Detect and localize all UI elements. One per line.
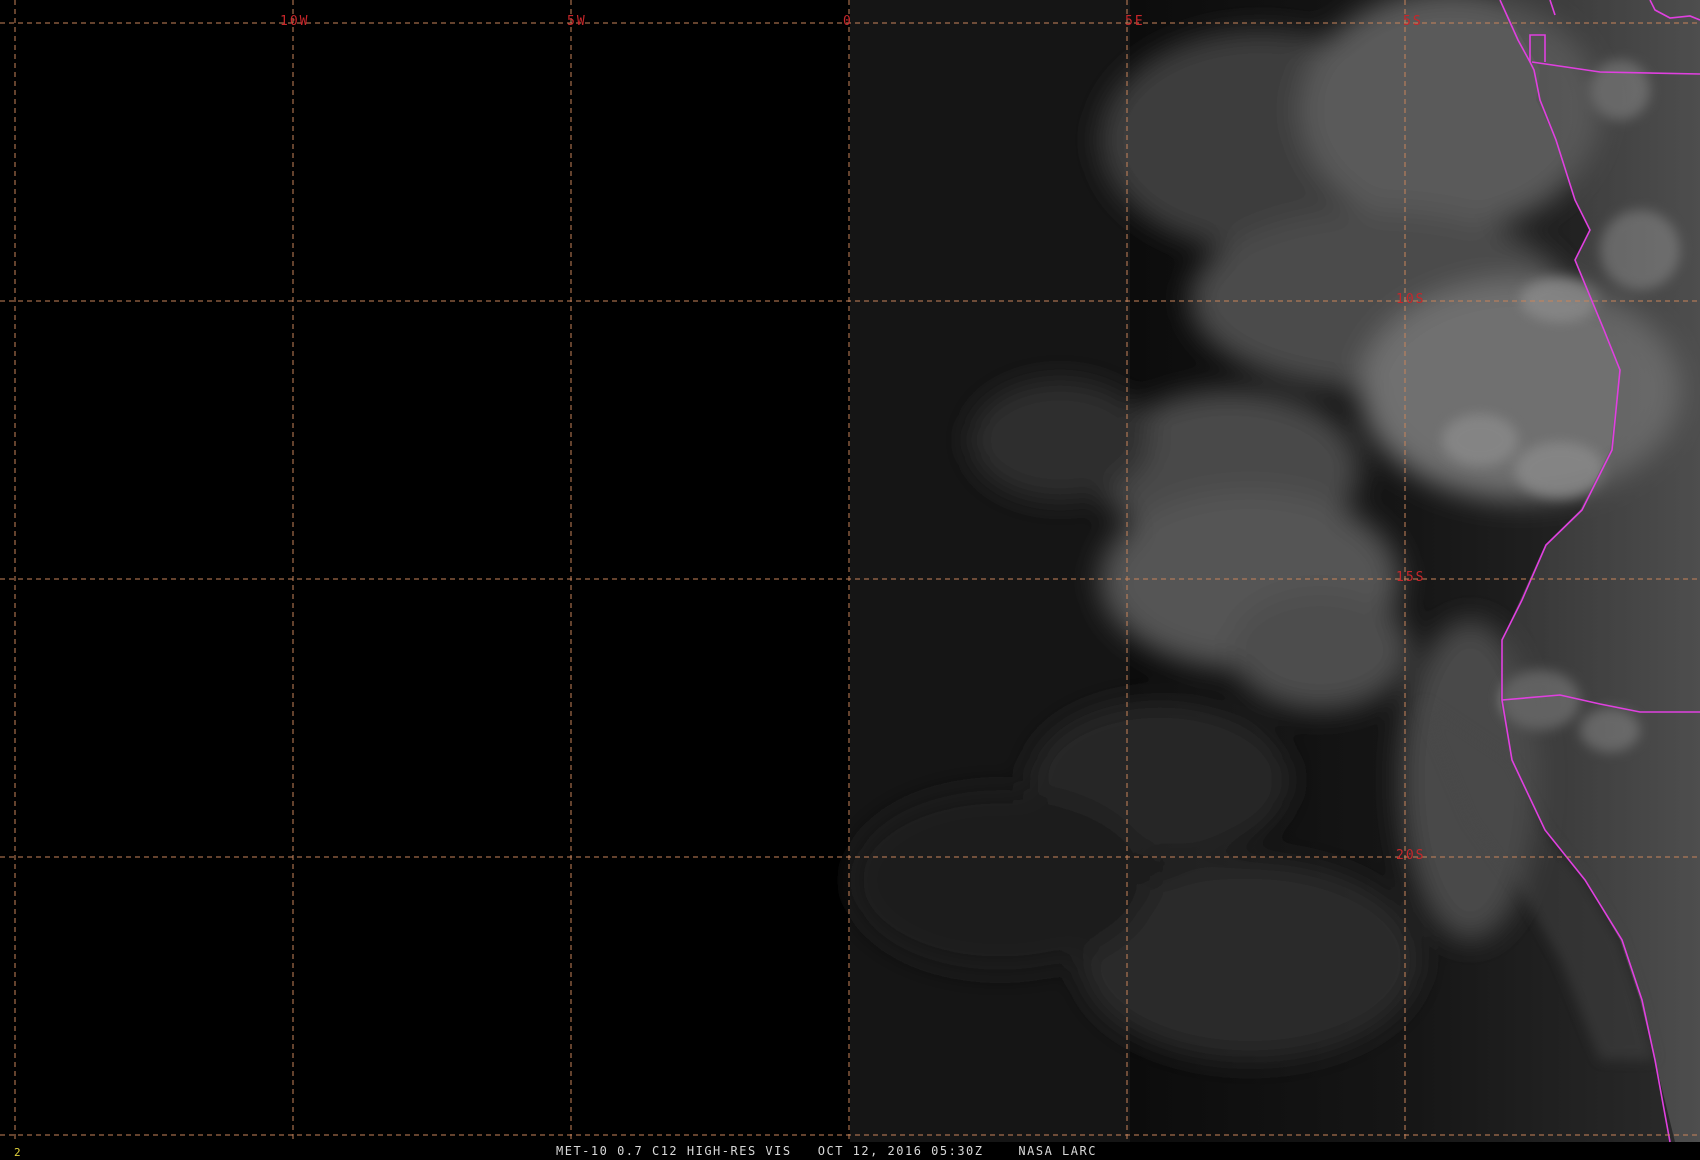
image-caption: MET-10 0.7 C12 HIGH-RES VIS OCT 12, 2016… [556, 1144, 1097, 1158]
lat-label-5s: 5S [1403, 14, 1423, 29]
lon-label-10w: 10W [280, 14, 310, 29]
lon-label-5w: 5W [567, 14, 587, 29]
frame-number: 2 [14, 1146, 21, 1159]
night-region [0, 0, 850, 1142]
lat-label-15s: 15S [1396, 570, 1426, 585]
lon-label-0: 0 [843, 14, 853, 29]
lat-label-20s: 20S [1396, 848, 1426, 863]
lon-label-5e: 5E [1125, 14, 1145, 29]
satellite-imagery [0, 0, 1700, 1143]
lat-label-10s: 10S [1396, 292, 1426, 307]
